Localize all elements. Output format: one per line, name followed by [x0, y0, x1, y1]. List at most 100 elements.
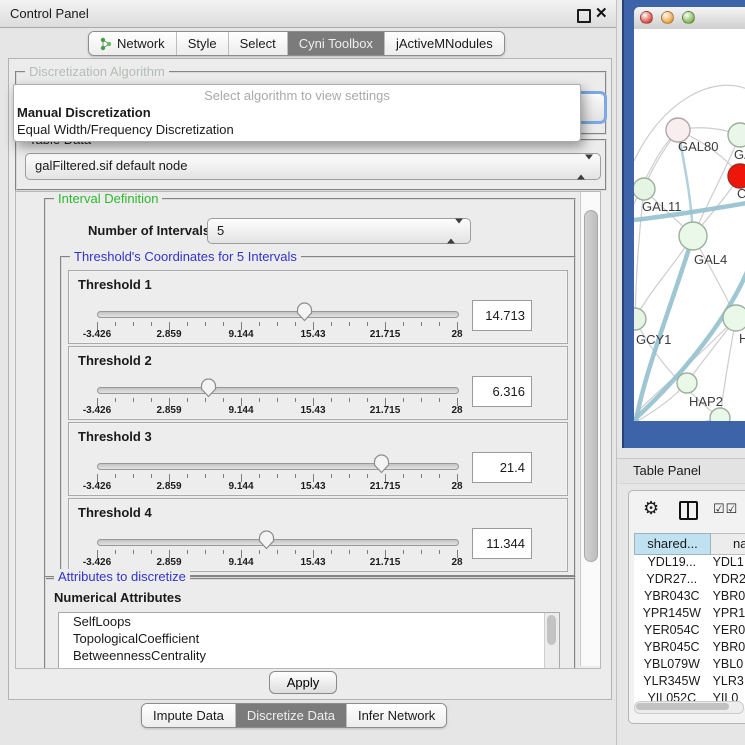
tick-mark — [115, 550, 116, 554]
tick-mark — [331, 398, 332, 402]
tab-cyni-toolbox[interactable]: Cyni Toolbox — [287, 32, 384, 55]
threshold-value-box[interactable]: 14.713 — [472, 300, 532, 331]
combo-updown-icon — [447, 224, 463, 239]
scrollbar-thumb[interactable] — [636, 703, 729, 710]
attribute-item[interactable]: TopologicalCoefficient — [59, 630, 559, 647]
network-edge[interactable] — [635, 236, 693, 319]
table-row[interactable]: YBR043CYBR0 — [634, 589, 745, 606]
float-window-icon[interactable] — [577, 9, 591, 23]
minimize-light[interactable] — [661, 11, 674, 24]
slider-thumb[interactable] — [258, 530, 275, 550]
slider-thumb[interactable] — [373, 454, 390, 474]
checkbox-icons[interactable]: ☑☑ — [713, 501, 738, 517]
tab-label: Infer Network — [358, 708, 435, 723]
slider-thumb[interactable] — [200, 378, 217, 398]
network-node-hap2[interactable] — [677, 373, 697, 393]
table-rows: YDL19...YDL1YDR27...YDR2YBR043CYBR0YPR14… — [634, 555, 745, 708]
header-shared-name[interactable]: shared... — [634, 533, 711, 555]
list-vertical-scrollbar[interactable] — [544, 613, 559, 669]
dropdown-item-equal-width[interactable]: Equal Width/Frequency Discretization — [14, 120, 580, 137]
slider-track[interactable] — [97, 311, 459, 318]
attribute-item[interactable]: SelfLoops — [59, 613, 559, 630]
cell-name: YBR0 — [710, 640, 745, 657]
tick-mark — [349, 550, 350, 554]
cell-shared-name: YLR345W — [634, 674, 710, 691]
vertical-scrollbar[interactable] — [580, 192, 600, 666]
tick-mark — [205, 474, 206, 478]
tick-mark — [367, 550, 368, 554]
tick-label: 15.43 — [300, 557, 325, 568]
tick-mark — [187, 550, 188, 554]
tab-style[interactable]: Style — [176, 32, 228, 55]
threshold-value-box[interactable]: 21.4 — [472, 452, 532, 483]
table-row[interactable]: YDL19...YDL1 — [634, 555, 745, 572]
tab-label: Select — [240, 36, 276, 51]
table-row[interactable]: YLR345WYLR3 — [634, 674, 745, 691]
slider-track[interactable] — [97, 463, 459, 470]
network-node-gcy1[interactable] — [634, 308, 646, 330]
tick-label: 28 — [451, 329, 462, 340]
horizontal-scrollbar[interactable] — [634, 701, 744, 714]
slider-thumb[interactable] — [296, 302, 313, 322]
tick-mark — [331, 550, 332, 554]
tab-infer-network[interactable]: Infer Network — [346, 704, 446, 727]
tick-mark — [223, 550, 224, 554]
number-of-intervals-combo[interactable]: 5 — [207, 218, 471, 244]
tab-jactivemnodules[interactable]: jActiveMNodules — [384, 32, 504, 55]
tick-mark — [187, 398, 188, 402]
table-row[interactable]: YBL079WYBL0 — [634, 657, 745, 674]
network-node-h[interactable] — [723, 305, 745, 331]
table-row[interactable]: YDR27...YDR2 — [634, 572, 745, 589]
gear-icon[interactable]: ⚙ — [643, 498, 659, 519]
numerical-attributes-list[interactable]: SelfLoopsTopologicalCoefficientBetweenne… — [58, 612, 560, 669]
control-panel: Control Panel ✕ NetworkStyleSelectCyni T… — [0, 0, 617, 745]
table-row[interactable]: YPR145WYPR1 — [634, 606, 745, 623]
scrollbar-thumb[interactable] — [547, 615, 556, 645]
network-edge[interactable] — [634, 418, 720, 421]
network-node-red[interactable] — [728, 164, 745, 188]
network-node-top-right[interactable] — [728, 123, 745, 147]
tick-mark — [403, 474, 404, 478]
slider-track[interactable] — [97, 539, 459, 546]
tick-mark — [133, 550, 134, 554]
tick-mark — [421, 398, 422, 402]
network-canvas[interactable]: GAL80GACGAL11GAL4GCY1HHAP2 — [634, 29, 745, 421]
tick-mark — [115, 474, 116, 478]
settings-scrollpane: Interval Definition Number of Intervals … — [15, 191, 601, 669]
column-layout-icon[interactable] — [679, 501, 698, 520]
close-light[interactable] — [640, 11, 653, 24]
number-of-intervals-label: Number of Intervals — [88, 223, 210, 238]
tab-network[interactable]: Network — [89, 32, 176, 55]
slider-track[interactable] — [97, 387, 459, 394]
close-icon[interactable]: ✕ — [595, 4, 608, 22]
node-label: HAP2 — [689, 394, 723, 409]
table-data-combo[interactable]: galFiltered.sif default node — [25, 153, 601, 180]
attribute-item[interactable]: BetweennessCentrality — [59, 647, 559, 664]
thresholds-group-title: Threshold's Coordinates for 5 Intervals — [70, 249, 301, 264]
tick-mark — [205, 398, 206, 402]
tab-label: Style — [188, 36, 217, 51]
table-row[interactable]: YBR045CYBR0 — [634, 640, 745, 657]
dropdown-item-manual[interactable]: Manual Discretization — [14, 103, 580, 120]
network-node-gal11[interactable] — [634, 178, 655, 200]
tab-label: Discretize Data — [247, 708, 335, 723]
dropdown-hint[interactable]: Select algorithm to view settings — [14, 85, 580, 103]
scrollbar-thumb[interactable] — [584, 210, 598, 562]
tab-select[interactable]: Select — [228, 32, 287, 55]
header-name[interactable]: na — [711, 533, 745, 555]
threshold-value-box[interactable]: 11.344 — [472, 528, 532, 559]
tab-label: jActiveMNodules — [396, 36, 493, 51]
zoom-light[interactable] — [682, 11, 695, 24]
tick-mark — [187, 322, 188, 326]
network-node-gal4[interactable] — [679, 222, 707, 250]
network-node-bottom[interactable] — [710, 408, 730, 421]
table-row[interactable]: YER054CYER0 — [634, 623, 745, 640]
tab-discretize-data[interactable]: Discretize Data — [235, 704, 346, 727]
tab-impute-data[interactable]: Impute Data — [142, 704, 235, 727]
tick-mark — [205, 322, 206, 326]
threshold-value-box[interactable]: 6.316 — [472, 376, 532, 407]
apply-button[interactable]: Apply — [269, 671, 337, 694]
tick-mark — [349, 474, 350, 478]
tick-label: 9.144 — [228, 329, 253, 340]
tick-mark — [277, 398, 278, 402]
